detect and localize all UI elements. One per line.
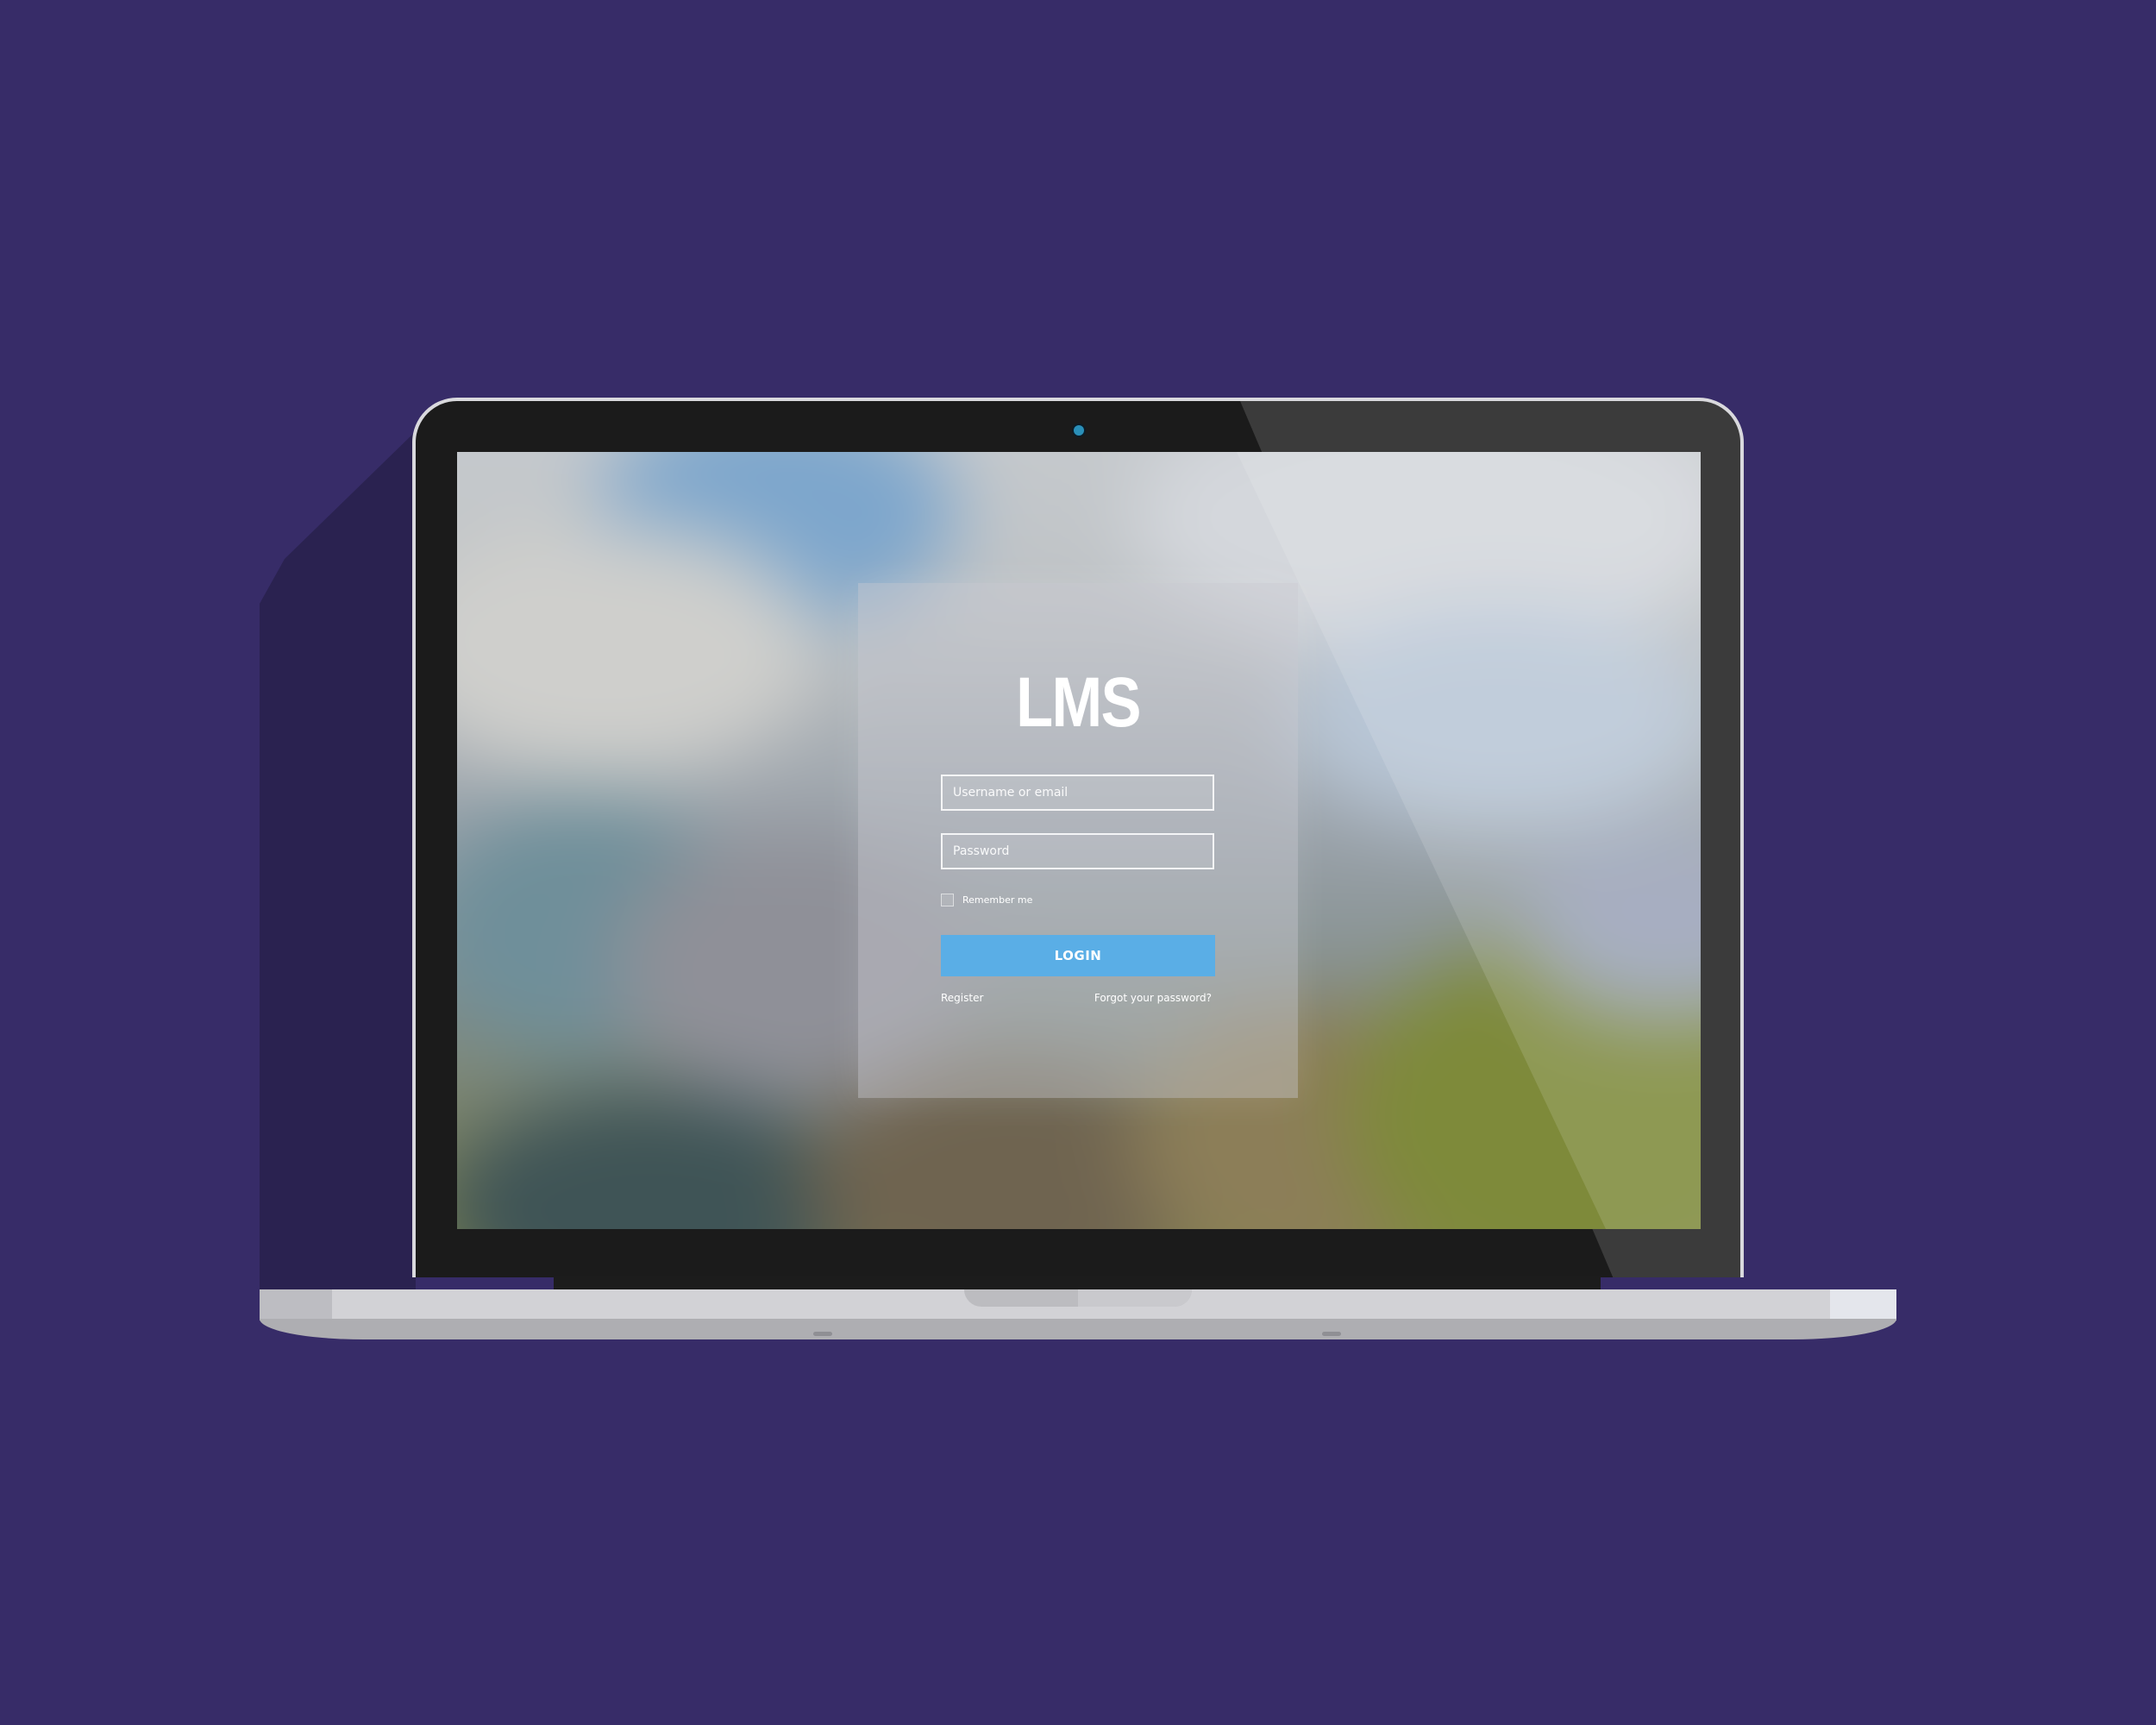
username-input[interactable]	[941, 775, 1214, 811]
remember-me-row[interactable]: Remember me	[941, 892, 1032, 907]
laptop-base-bottom	[260, 1319, 1896, 1339]
checkbox-icon[interactable]	[941, 893, 954, 906]
login-button[interactable]: LOGIN	[941, 935, 1215, 976]
login-card: LMS Remember me LOGIN Register Forgot yo…	[858, 583, 1298, 1098]
screen: LMS Remember me LOGIN Register Forgot yo…	[457, 452, 1701, 1229]
remember-me-label: Remember me	[962, 894, 1033, 906]
camera-dot-icon	[1074, 425, 1084, 436]
notch-highlight	[1078, 1289, 1192, 1307]
laptop-hinge	[554, 1276, 1601, 1289]
laptop-base-right-edge	[1830, 1289, 1896, 1320]
password-input[interactable]	[941, 833, 1214, 869]
laptop-opening-notch	[964, 1289, 1192, 1307]
lms-logo: LMS	[1016, 663, 1141, 742]
laptop-foot-right	[1322, 1332, 1341, 1336]
register-link[interactable]: Register	[941, 992, 983, 1004]
forgot-password-link[interactable]: Forgot your password?	[1094, 992, 1212, 1004]
laptop-base-left-edge	[260, 1289, 332, 1320]
laptop-mockup-scene: LMS Remember me LOGIN Register Forgot yo…	[0, 0, 2156, 1725]
laptop-foot-left	[813, 1332, 832, 1336]
